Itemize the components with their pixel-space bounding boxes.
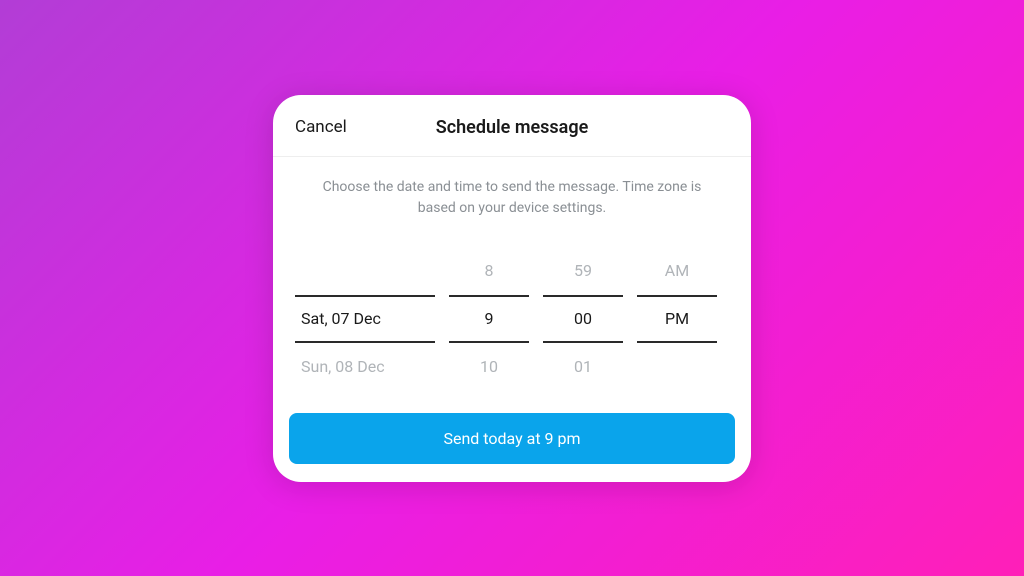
dialog-description: Choose the date and time to send the mes…	[295, 177, 729, 247]
hour-picker-column[interactable]: 8 9 10	[449, 247, 529, 391]
ampm-prev[interactable]: AM	[637, 247, 717, 295]
dialog-footer: Send today at 9 pm	[273, 401, 751, 482]
minute-picker-column[interactable]: 59 00 01	[543, 247, 623, 391]
send-button[interactable]: Send today at 9 pm	[289, 413, 735, 464]
datetime-picker: Sat, 07 Dec Sun, 08 Dec 8 9 10 59 00 01 …	[295, 247, 729, 391]
hour-next[interactable]: 10	[449, 343, 529, 391]
hour-prev[interactable]: 8	[449, 247, 529, 295]
date-next[interactable]: Sun, 08 Dec	[295, 343, 435, 391]
date-selected[interactable]: Sat, 07 Dec	[295, 295, 435, 343]
date-prev[interactable]	[295, 247, 435, 295]
dialog-title: Schedule message	[295, 117, 729, 138]
ampm-selected[interactable]: PM	[637, 295, 717, 343]
hour-selected[interactable]: 9	[449, 295, 529, 343]
minute-selected[interactable]: 00	[543, 295, 623, 343]
cancel-button[interactable]: Cancel	[295, 117, 347, 137]
minute-prev[interactable]: 59	[543, 247, 623, 295]
ampm-picker-column[interactable]: AM PM	[637, 247, 717, 391]
minute-next[interactable]: 01	[543, 343, 623, 391]
ampm-next[interactable]	[637, 343, 717, 391]
schedule-message-dialog: Cancel Schedule message Choose the date …	[273, 95, 751, 482]
date-picker-column[interactable]: Sat, 07 Dec Sun, 08 Dec	[295, 247, 435, 391]
dialog-body: Choose the date and time to send the mes…	[273, 157, 751, 401]
dialog-header: Cancel Schedule message	[273, 95, 751, 157]
